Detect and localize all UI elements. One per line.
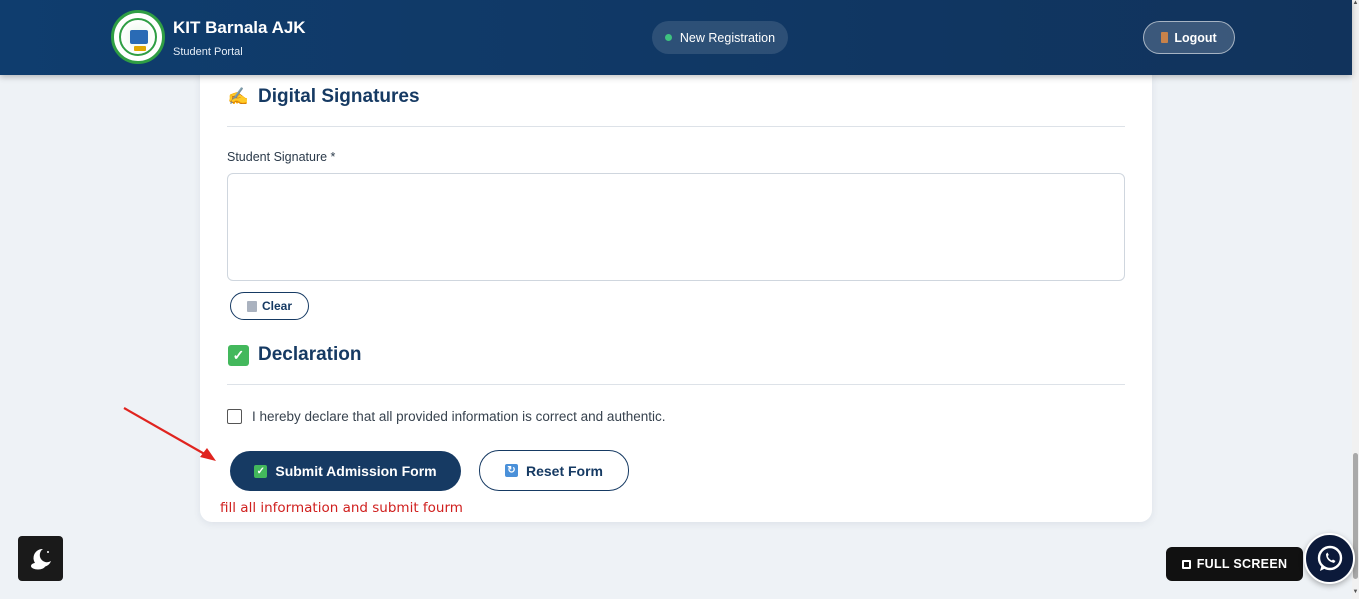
section-divider xyxy=(227,384,1125,385)
declaration-text[interactable]: I hereby declare that all provided infor… xyxy=(252,409,665,424)
nav-label: New Registration xyxy=(679,30,776,45)
check-icon: ✓ xyxy=(254,464,268,478)
scroll-up-arrow-icon[interactable]: ▲ xyxy=(1352,0,1359,8)
brand-subtitle: Student Portal xyxy=(173,46,243,58)
section-title-text: Digital Signatures xyxy=(258,86,420,107)
logout-button[interactable]: Logout xyxy=(1143,21,1235,54)
scroll-down-arrow-icon[interactable]: ▼ xyxy=(1352,589,1359,597)
status-dot-icon xyxy=(664,34,672,41)
logout-label: Logout xyxy=(1174,30,1217,45)
top-header: KIT Barnala AJK Student Portal New Regis… xyxy=(0,0,1352,75)
signature-pad[interactable] xyxy=(227,173,1125,281)
submit-label: Submit Admission Form xyxy=(275,463,437,479)
clear-label: Clear xyxy=(261,299,293,313)
expand-icon xyxy=(1181,559,1191,569)
declaration-heading: ✓ Declaration xyxy=(228,344,361,366)
theme-toggle-button[interactable] xyxy=(18,536,63,581)
submit-admission-button[interactable]: ✓ Submit Admission Form xyxy=(230,451,461,491)
writing-hand-icon: ✍ xyxy=(227,87,250,106)
clear-signature-button[interactable]: Clear xyxy=(230,292,309,320)
section-title-text: Declaration xyxy=(258,344,362,365)
institute-logo[interactable] xyxy=(111,10,165,64)
whatsapp-icon xyxy=(1317,545,1342,571)
annotation-arrow-icon xyxy=(123,407,216,461)
new-registration-nav[interactable]: New Registration xyxy=(652,21,788,54)
reset-label: Reset Form xyxy=(525,462,604,479)
moon-cloud-icon xyxy=(30,548,51,569)
check-mark-icon: ✓ xyxy=(228,344,249,366)
student-signature-label: Student Signature * xyxy=(227,150,336,164)
door-icon xyxy=(1161,32,1169,43)
digital-signatures-heading: ✍ Digital Signatures xyxy=(228,86,420,108)
annotation-note: fill all information and submit fourm xyxy=(220,500,463,516)
declaration-row[interactable]: I hereby declare that all provided infor… xyxy=(227,409,665,424)
declaration-checkbox[interactable] xyxy=(227,409,242,424)
refresh-icon: ↻ xyxy=(504,464,518,477)
trash-icon xyxy=(246,300,257,312)
logo-emblem-icon xyxy=(119,18,157,56)
reset-form-button[interactable]: ↻ Reset Form xyxy=(479,450,629,491)
brand-title: KIT Barnala AJK xyxy=(173,18,306,37)
whatsapp-button[interactable] xyxy=(1304,533,1355,584)
fullscreen-label: FULL SCREEN xyxy=(1196,557,1288,571)
fullscreen-button[interactable]: FULL SCREEN xyxy=(1166,547,1303,581)
section-divider xyxy=(227,126,1125,127)
